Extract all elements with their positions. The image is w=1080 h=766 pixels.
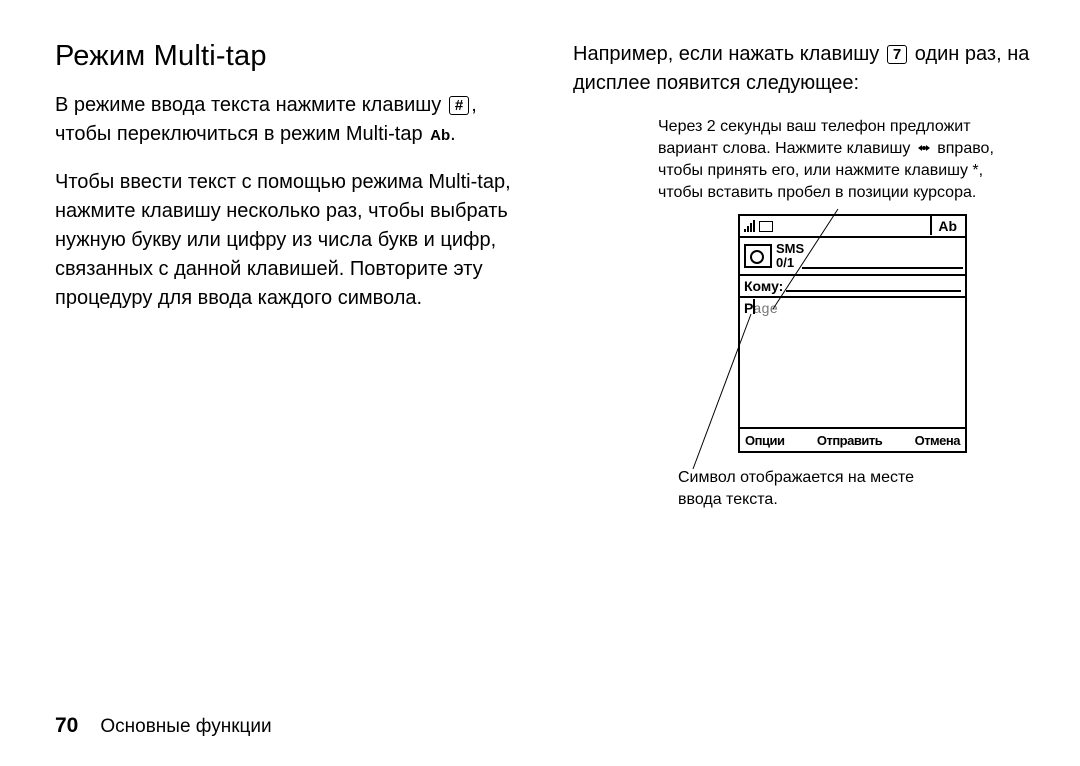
p1-text-a: В режиме ввода текста нажмите клавишу bbox=[55, 94, 447, 116]
paragraph-2: Чтобы ввести текст с помощью режима Mult… bbox=[55, 168, 525, 313]
sms-count: 0/1 bbox=[776, 256, 804, 270]
camera-icon bbox=[744, 244, 772, 268]
softkey-left: Опции bbox=[745, 433, 784, 448]
screen-input-row: Page bbox=[740, 298, 965, 318]
softkey-right: Отмена bbox=[915, 433, 960, 448]
input-mode-indicator: Ab bbox=[930, 216, 961, 235]
text-cursor-icon bbox=[753, 299, 755, 314]
screen-sms-row: SMS 0/1 bbox=[740, 238, 965, 276]
callout-bottom: Символ отображается на месте ввода текст… bbox=[678, 467, 938, 511]
softkey-center: Отправить bbox=[817, 433, 882, 448]
pr-text-a: Например, если нажать клавишу bbox=[573, 43, 885, 65]
battery-icon bbox=[759, 221, 773, 232]
paragraph-right: Например, если нажать клавишу 7 один раз… bbox=[573, 40, 1030, 98]
screen-to-row: Кому: bbox=[740, 276, 965, 298]
screen-body-empty bbox=[740, 316, 965, 429]
screen-status-bar: Ab bbox=[740, 216, 965, 238]
page-footer: 70 Основные функции bbox=[55, 714, 272, 738]
nav-key-icon bbox=[917, 141, 931, 155]
screen-softkey-bar: Опции Отправить Отмена bbox=[740, 427, 965, 451]
footer-section-label: Основные функции bbox=[100, 716, 271, 738]
phone-screen: Ab SMS 0/1 Кому: bbox=[738, 214, 967, 453]
paragraph-1: В режиме ввода текста нажмите клавишу #,… bbox=[55, 91, 525, 150]
p1-text-c: . bbox=[450, 123, 456, 145]
sms-underline bbox=[802, 267, 963, 269]
mode-indicator-inline: Ab bbox=[430, 127, 450, 144]
page-number: 70 bbox=[55, 714, 78, 738]
hash-key-icon: # bbox=[449, 96, 469, 115]
signal-icon bbox=[744, 220, 755, 232]
phone-diagram: Ab SMS 0/1 Кому: bbox=[658, 214, 1030, 511]
sms-label: SMS bbox=[776, 242, 804, 256]
typed-char: P bbox=[744, 300, 753, 316]
seven-key-icon: 7 bbox=[887, 45, 907, 64]
callout-top: Через 2 секунды ваш телефон предложит ва… bbox=[658, 116, 1030, 204]
ghost-suggestion: age bbox=[753, 300, 778, 316]
to-label: Кому: bbox=[744, 278, 783, 294]
section-title: Режим Multi-tap bbox=[55, 40, 525, 73]
to-underline bbox=[786, 280, 961, 292]
